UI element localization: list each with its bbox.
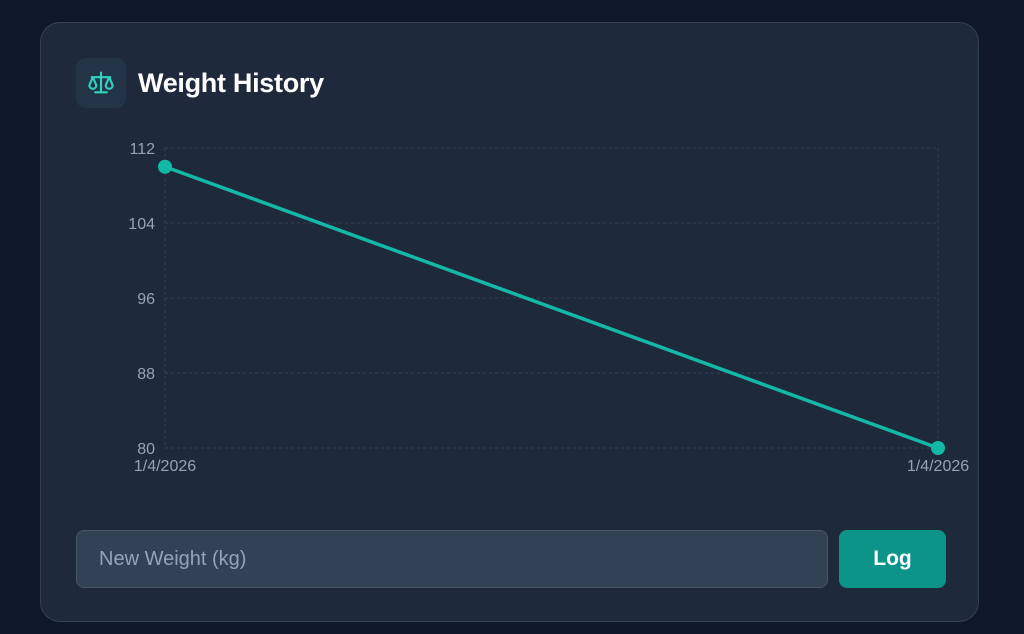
data-point <box>931 441 945 455</box>
x-tick-label: 1/4/2026 <box>907 458 969 475</box>
weight-line-chart: 1121049688801/4/2026 1/4/2026 <box>128 141 969 475</box>
series-line <box>164 165 939 450</box>
y-tick-label: 112 <box>129 141 155 158</box>
log-button[interactable]: Log <box>839 530 946 588</box>
y-tick-label: 96 <box>137 291 155 308</box>
y-tick-label: 88 <box>137 366 155 383</box>
data-point <box>158 159 172 174</box>
y-tick-label: 104 <box>128 216 155 233</box>
new-weight-input[interactable] <box>76 530 828 588</box>
x-tick-label: 1/4/2026 <box>134 458 196 475</box>
weight-history-card: Weight History 112 104 96 88 80 1/4/2026 1/4/2… <box>40 22 979 622</box>
y-tick-label: 80 <box>137 441 155 458</box>
